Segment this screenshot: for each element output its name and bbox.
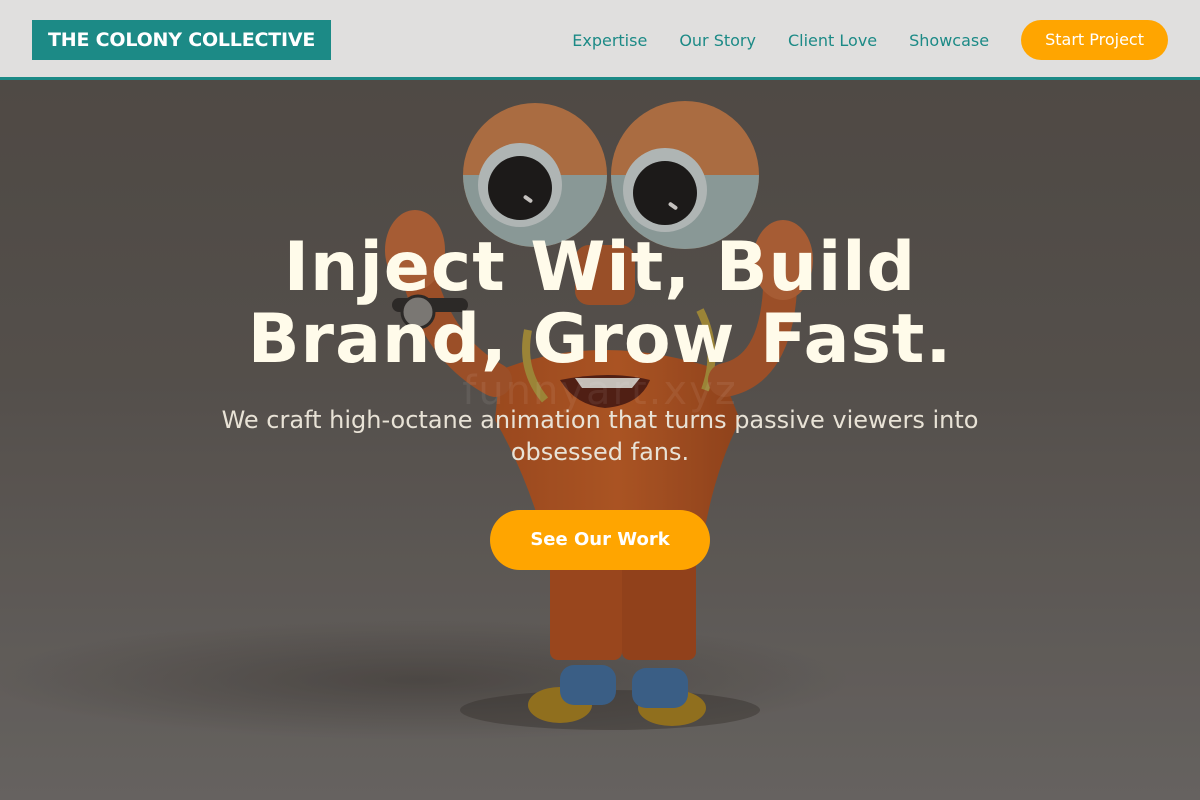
hero-content: Inject Wit, Build Brand, Grow Fast. We c…	[150, 232, 1050, 570]
site-header: THE COLONY COLLECTIVE Expertise Our Stor…	[0, 0, 1200, 80]
start-project-button[interactable]: Start Project	[1021, 20, 1168, 60]
hero-headline-line-2: Brand, Grow Fast.	[247, 300, 953, 379]
nav-link-showcase[interactable]: Showcase	[909, 31, 989, 50]
hero-section: funnyart.xyz Inject Wit, Build Brand, Gr…	[0, 80, 1200, 800]
hero-subtitle: We craft high-octane animation that turn…	[221, 406, 979, 466]
nav-link-client-love[interactable]: Client Love	[788, 31, 877, 50]
hero-headline: Inject Wit, Build Brand, Grow Fast.	[150, 232, 1050, 376]
main-nav: Expertise Our Story Client Love Showcase…	[572, 20, 1168, 60]
see-our-work-button[interactable]: See Our Work	[490, 510, 710, 570]
hero-headline-line-1: Inject Wit, Build	[283, 228, 917, 307]
nav-link-our-story[interactable]: Our Story	[679, 31, 756, 50]
brand-logo[interactable]: THE COLONY COLLECTIVE	[32, 20, 332, 60]
nav-link-expertise[interactable]: Expertise	[572, 31, 647, 50]
